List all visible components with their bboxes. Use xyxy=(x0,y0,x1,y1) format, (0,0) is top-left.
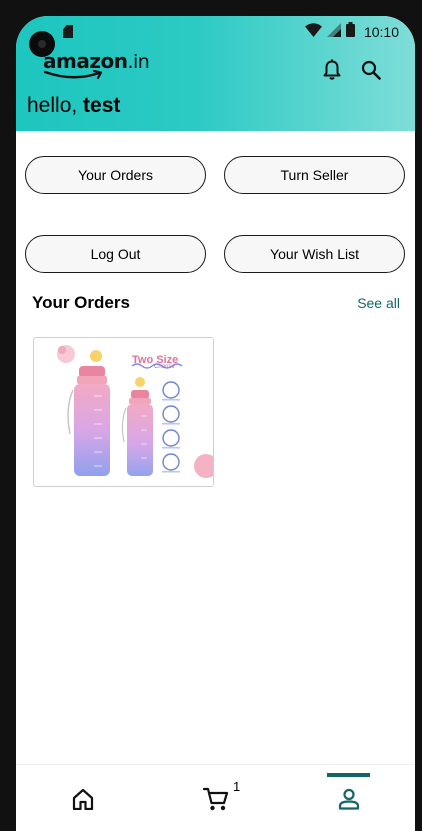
status-bar: 10:10 xyxy=(16,16,415,48)
wish-list-button[interactable]: Your Wish List xyxy=(224,235,405,273)
home-icon xyxy=(72,788,93,810)
notifications-icon[interactable] xyxy=(320,58,344,82)
app-bar: 10:10 amazon.in hello, test xyxy=(16,16,415,131)
cart-icon xyxy=(202,787,228,810)
order-item-card[interactable]: Two Size Choose xyxy=(33,337,214,487)
bottom-navigation: 1 xyxy=(16,764,415,831)
greeting-prefix: hello, xyxy=(27,94,84,117)
status-icons: 10:10 xyxy=(304,22,399,42)
battery-icon xyxy=(345,22,355,42)
status-time: 10:10 xyxy=(363,24,399,40)
cell-signal-icon xyxy=(326,22,341,42)
log-out-button[interactable]: Log Out xyxy=(25,235,206,273)
greeting: hello, test xyxy=(27,94,120,118)
see-all-link[interactable]: See all xyxy=(357,295,400,311)
account-icon xyxy=(338,788,359,810)
search-icon[interactable] xyxy=(359,58,383,82)
nav-cart[interactable] xyxy=(149,765,282,831)
logo-suffix: .in xyxy=(127,51,150,73)
nav-account[interactable] xyxy=(282,765,415,831)
nav-home[interactable] xyxy=(16,765,149,831)
user-name: test xyxy=(83,94,121,117)
phone-device: 10:10 amazon.in hello, test Your Orders … xyxy=(0,0,422,831)
app-screen: 10:10 amazon.in hello, test Your Orders … xyxy=(16,16,415,831)
turn-seller-button[interactable]: Turn Seller xyxy=(224,156,405,194)
cart-count-badge: 1 xyxy=(233,779,241,794)
amazon-logo: amazon.in xyxy=(43,50,150,84)
logo-smile-icon xyxy=(43,70,103,80)
wifi-icon xyxy=(304,22,322,42)
image-subheadline: Choose xyxy=(154,364,175,370)
sd-card-icon xyxy=(63,25,73,38)
orders-section-title: Your Orders xyxy=(32,293,130,312)
your-orders-button[interactable]: Your Orders xyxy=(25,156,206,194)
water-bottle-image: Two Size Choose xyxy=(34,338,213,486)
